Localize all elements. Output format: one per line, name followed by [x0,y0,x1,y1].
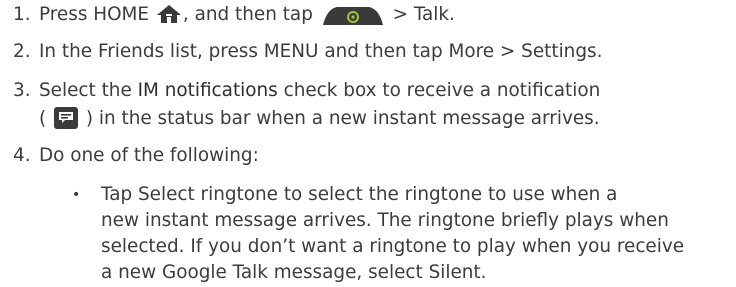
bullet-marker: • [72,187,81,203]
sub-bullet-line-2: new instant message arrives. The rington… [101,210,669,231]
step-number: 2. [13,41,31,62]
step-number: 1. [13,4,31,25]
step-text: In the Friends list, press MENU and then… [39,41,603,62]
chat-notification-icon [54,107,79,129]
sub-bullet-line-1: Tap Select ringtone to select the ringto… [101,184,618,205]
step-number: 4. [13,145,31,166]
sub-bullet-line-4: a new Google Talk message, select Silent… [101,262,487,283]
sub-bullet-line-3: selected. If you don’t want a ringtone t… [101,236,685,257]
step-text: Press HOME , and then tap > Talk. [39,4,455,25]
home-icon [156,5,181,23]
step-text-line-1: Select the IM notifications check box to… [39,80,601,101]
step-number: 3. [13,80,31,101]
im-notifications-label: IM notifications [137,80,278,101]
step-text-line-2: ( ) in the status bar when a new instant… [39,107,600,129]
app-launcher-tab-icon [322,7,383,25]
step-text: Do one of the following: [39,145,259,166]
